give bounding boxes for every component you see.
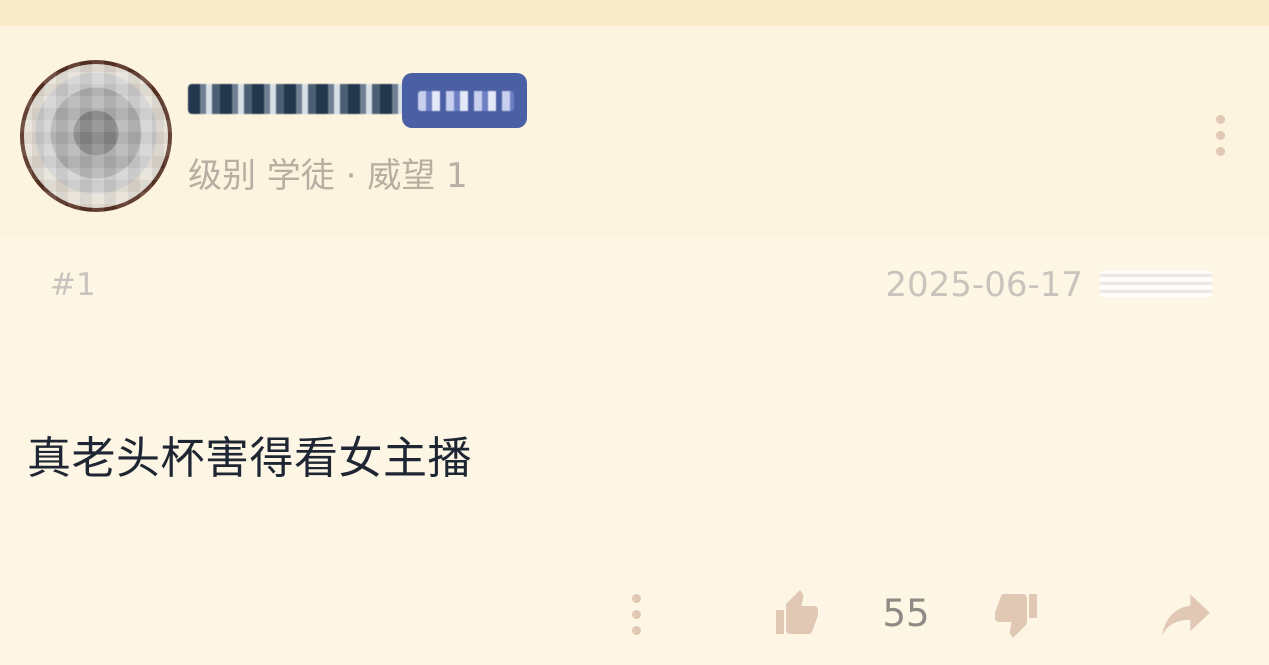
user-badge [402, 73, 527, 128]
more-dot [1215, 115, 1225, 124]
avatar[interactable] [20, 60, 172, 212]
more-dot [1215, 131, 1225, 140]
more-dot [631, 626, 641, 635]
more-vertical-icon[interactable] [1214, 115, 1226, 156]
more-dot [631, 594, 641, 603]
user-meta: 级别 学徒 · 威望 1 [188, 155, 468, 196]
post-date: 2025-06-17 [885, 265, 1083, 305]
more-dot [1215, 147, 1225, 156]
thumb-up-icon [776, 590, 818, 634]
dislike-button[interactable] [992, 590, 1042, 638]
thumb-down-icon [995, 594, 1037, 638]
top-strip [0, 0, 1269, 26]
share-button[interactable] [1160, 594, 1212, 638]
post-time-redacted [1100, 271, 1212, 297]
post-content: 真老头杯害得看女主播 [27, 433, 472, 484]
avatar-pixelation [20, 60, 172, 212]
share-icon [1162, 594, 1210, 636]
post-header [0, 26, 1269, 236]
like-button[interactable] [771, 590, 821, 638]
username-redacted[interactable] [188, 84, 404, 114]
more-dot [631, 610, 641, 619]
more-vertical-icon[interactable] [630, 594, 642, 635]
like-count: 55 [882, 592, 930, 635]
post-floor: #1 [50, 267, 96, 303]
